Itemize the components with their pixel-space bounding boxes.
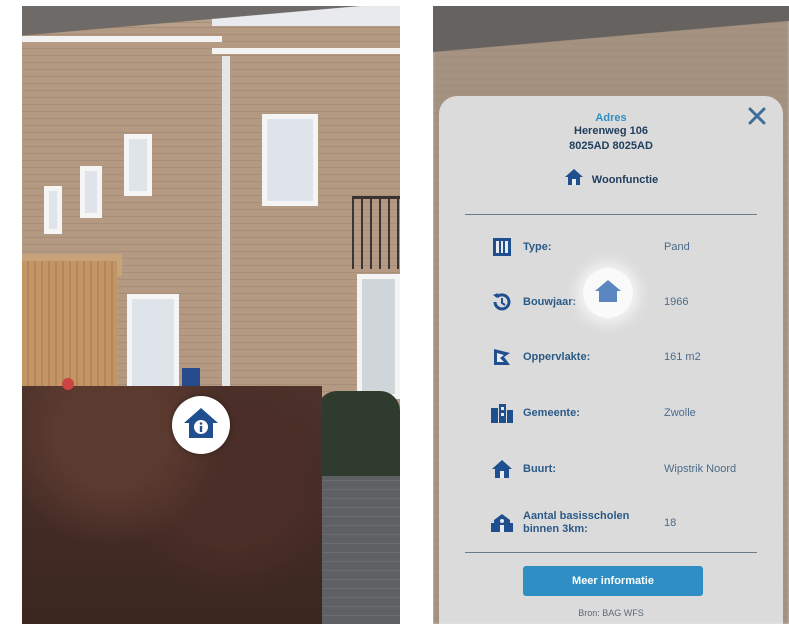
attribute-label: Gemeente: bbox=[523, 406, 580, 419]
address-label: Adres bbox=[595, 112, 627, 124]
window bbox=[44, 186, 62, 234]
attribute-value: Pand bbox=[664, 241, 690, 253]
poi-marker[interactable] bbox=[172, 396, 230, 454]
attribute-value: Wipstrik Noord bbox=[664, 463, 737, 475]
attribute-value: Zwolle bbox=[664, 407, 696, 419]
area-icon bbox=[489, 344, 515, 370]
attribute-row-basisscholen: Aantal basisscholen binnen 3km: 18 bbox=[489, 508, 769, 538]
gutter bbox=[22, 36, 222, 42]
attribute-value: 1966 bbox=[664, 296, 689, 308]
attribute-label: Aantal basisscholen binnen 3km: bbox=[523, 510, 630, 535]
info-panel: Adres Herenweg 106 8025AD 8025AD Woonfun… bbox=[439, 96, 783, 624]
attribute-label: Oppervlakte: bbox=[523, 350, 591, 363]
attribute-row-buurt: Buurt: Wipstrik Noord bbox=[489, 454, 769, 484]
window bbox=[80, 166, 102, 218]
attribute-row-type: Type: Pand bbox=[489, 232, 769, 262]
address-header: Adres Herenweg 106 8025AD 8025AD Woonfun… bbox=[439, 112, 783, 191]
attribute-label: Type: bbox=[523, 240, 552, 253]
house-icon bbox=[564, 168, 584, 191]
divider bbox=[465, 552, 757, 553]
building-columns-icon bbox=[489, 234, 515, 260]
hedge bbox=[317, 391, 400, 476]
gutter bbox=[212, 48, 400, 54]
house-icon bbox=[593, 278, 623, 309]
history-icon bbox=[489, 289, 515, 315]
window bbox=[127, 294, 179, 394]
poi-marker-blurred[interactable] bbox=[583, 268, 633, 318]
house-info-icon bbox=[181, 405, 221, 446]
attribute-row-gemeente: Gemeente: Zwolle bbox=[489, 398, 769, 428]
camera-view-left bbox=[22, 6, 400, 624]
address-postcode: 8025AD 8025AD bbox=[569, 140, 653, 152]
function-row: Woonfunctie bbox=[439, 168, 783, 191]
home-icon bbox=[489, 456, 515, 482]
close-button[interactable] bbox=[745, 106, 769, 130]
blurred-roof bbox=[433, 6, 789, 66]
front-door bbox=[357, 274, 400, 399]
close-icon bbox=[748, 107, 766, 130]
divider bbox=[465, 214, 757, 215]
buildings-icon bbox=[489, 400, 515, 426]
pavement bbox=[312, 476, 400, 624]
attribute-label: Buurt: bbox=[523, 462, 556, 475]
window bbox=[124, 134, 152, 196]
downpipe bbox=[222, 56, 230, 406]
school-icon bbox=[489, 510, 515, 536]
address-street: Herenweg 106 bbox=[574, 125, 648, 137]
attribute-value: 18 bbox=[664, 517, 677, 529]
camera-view-right: Adres Herenweg 106 8025AD 8025AD Woonfun… bbox=[433, 6, 789, 624]
attribute-value: 161 m2 bbox=[664, 351, 701, 363]
more-info-button[interactable]: Meer informatie bbox=[523, 566, 703, 596]
function-text: Woonfunctie bbox=[591, 173, 659, 186]
footer-source: Bron: BAG WFS bbox=[578, 608, 644, 618]
window bbox=[262, 114, 318, 206]
attribute-row-oppervlakte: Oppervlakte: 161 m2 bbox=[489, 342, 769, 372]
balcony-railing bbox=[352, 196, 400, 269]
flower bbox=[62, 378, 74, 390]
